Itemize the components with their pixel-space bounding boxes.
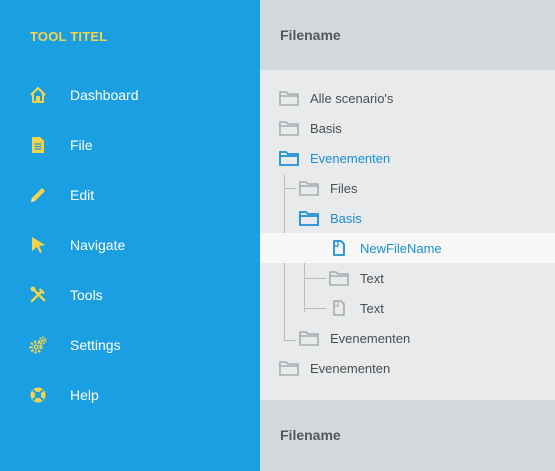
tree-item-label: NewFileName [360,241,442,256]
file-icon [29,136,47,154]
tree-item-folder[interactable]: Alle scenario's [260,83,555,113]
panel-footer: Filename [260,400,555,471]
tree-item-file-selected[interactable]: NewFileName [260,233,555,263]
sidebar-nav: Dashboard File Edit Navigate Tools Setti… [0,70,260,420]
file-panel: Filename Alle scenario's Basis Evenement… [260,0,555,471]
folder-open-icon [299,210,319,226]
cursor-icon [29,236,47,254]
pencil-icon [29,186,47,204]
tree-item-folder[interactable]: Text [260,263,555,293]
tree-item-label: Evenementen [310,151,391,166]
sidebar-item-edit[interactable]: Edit [0,170,260,220]
sidebar-item-label: Help [70,387,99,403]
file-tree: Alle scenario's Basis Evenementen Files … [260,83,555,383]
tree-item-folder[interactable]: Files [260,173,555,203]
lifebuoy-icon [29,386,47,404]
file-icon [329,240,349,256]
tree-item-file[interactable]: Text [260,293,555,323]
tree-item-label: Alle scenario's [310,91,394,106]
sidebar-item-label: Settings [70,337,121,353]
folder-icon [299,180,319,196]
tree-item-label: Text [360,271,384,286]
folder-icon [279,360,299,376]
sidebar-item-label: Edit [70,187,95,203]
tree-item-folder-open[interactable]: Basis [260,203,555,233]
tree-item-label: Text [360,301,384,316]
sidebar: TOOL TITEL Dashboard File Edit Navigate … [0,0,260,471]
file-icon [329,300,349,316]
folder-icon [279,90,299,106]
folder-open-icon [279,150,299,166]
sidebar-item-tools[interactable]: Tools [0,270,260,320]
tree-item-folder-open[interactable]: Evenementen [260,143,555,173]
sidebar-item-navigate[interactable]: Navigate [0,220,260,270]
home-icon [29,86,47,104]
tree-item-folder[interactable]: Basis [260,113,555,143]
folder-icon [279,120,299,136]
app-window: TOOL TITEL Dashboard File Edit Navigate … [0,0,555,471]
panel-header: Filename [260,0,555,70]
panel-header-title: Filename [280,27,341,43]
app-title: TOOL TITEL [30,29,108,44]
tree-item-label: Basis [310,121,342,136]
folder-icon [329,270,349,286]
tree-item-label: Evenementen [330,331,411,346]
sidebar-item-label: Dashboard [70,87,139,103]
tree-item-label: Evenementen [310,361,391,376]
tree-item-folder[interactable]: Evenementen [260,323,555,353]
sidebar-item-dashboard[interactable]: Dashboard [0,70,260,120]
tools-icon [29,286,47,304]
sidebar-item-help[interactable]: Help [0,370,260,420]
sidebar-item-settings[interactable]: Settings [0,320,260,370]
sidebar-item-file[interactable]: File [0,120,260,170]
tree-item-folder[interactable]: Evenementen [260,353,555,383]
tree-item-label: Files [330,181,358,196]
sidebar-item-label: File [70,137,93,153]
sidebar-item-label: Tools [70,287,103,303]
sidebar-item-label: Navigate [70,237,126,253]
tree-item-label: Basis [330,211,362,226]
gears-icon [29,336,47,354]
panel-footer-title: Filename [280,427,341,443]
folder-icon [299,330,319,346]
